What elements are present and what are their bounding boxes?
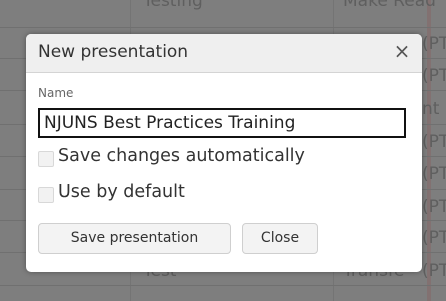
grid-row-line bbox=[0, 27, 446, 28]
grid-cell: (PT bbox=[422, 34, 446, 54]
close-icon[interactable]: × bbox=[390, 38, 414, 64]
grid-cell: (PT bbox=[422, 164, 446, 184]
save-changes-automatically-checkbox[interactable] bbox=[38, 151, 54, 167]
dialog-title: New presentation bbox=[38, 42, 189, 62]
new-presentation-dialog: New presentation × Name Save changes aut… bbox=[26, 34, 422, 272]
presentation-name-input[interactable] bbox=[38, 108, 406, 138]
grid-row-line bbox=[0, 285, 446, 286]
grid-cell: nt bbox=[422, 99, 440, 119]
save-changes-automatically-option[interactable]: Save changes automatically bbox=[38, 146, 368, 170]
grid-header-testing: Testing bbox=[143, 0, 203, 11]
use-by-default-option[interactable]: Use by default bbox=[38, 182, 238, 206]
close-button[interactable]: Close bbox=[242, 223, 318, 254]
grid-header-make-ready: Make Read bbox=[343, 0, 436, 11]
dialog-titlebar: New presentation × bbox=[26, 34, 422, 73]
save-presentation-button[interactable]: Save presentation bbox=[38, 223, 231, 254]
use-by-default-label[interactable]: Use by default bbox=[58, 182, 185, 202]
name-label: Name bbox=[38, 86, 74, 100]
grid-cell: (PT bbox=[422, 132, 446, 152]
save-changes-automatically-label[interactable]: Save changes automatically bbox=[58, 146, 305, 166]
grid-cell: (PT bbox=[422, 228, 446, 248]
grid-cell: (PT bbox=[422, 197, 446, 217]
use-by-default-checkbox[interactable] bbox=[38, 187, 54, 203]
grid-cell: (PT bbox=[422, 261, 446, 281]
grid-cell: (PT bbox=[422, 66, 446, 86]
